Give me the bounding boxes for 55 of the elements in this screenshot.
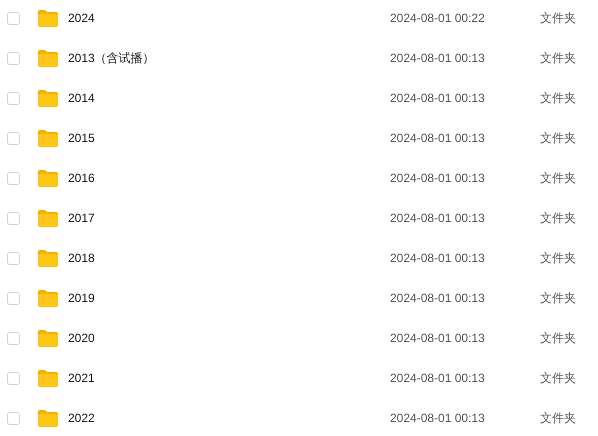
file-type: 文件夹 xyxy=(540,90,576,106)
modified-date: 2024-08-01 00:13 xyxy=(390,211,486,225)
folder-icon xyxy=(37,248,59,268)
folder-icon xyxy=(37,408,59,428)
file-name[interactable]: 2018 xyxy=(68,251,388,265)
folder-icon xyxy=(37,128,59,148)
modified-date: 2024-08-01 00:13 xyxy=(390,371,486,385)
modified-date: 2024-08-01 00:13 xyxy=(390,251,486,265)
checkbox[interactable] xyxy=(7,212,20,224)
file-name[interactable]: 2013（含试播） xyxy=(68,50,388,66)
file-name[interactable]: 2022 xyxy=(68,411,388,425)
file-type: 文件夹 xyxy=(540,10,576,26)
folder-icon xyxy=(37,8,59,28)
folder-icon xyxy=(37,48,59,68)
modified-date: 2024-08-01 00:13 xyxy=(390,171,486,185)
file-name[interactable]: 2015 xyxy=(68,131,388,145)
file-name[interactable]: 2016 xyxy=(68,171,388,185)
file-type: 文件夹 xyxy=(540,370,576,386)
modified-date: 2024-08-01 00:13 xyxy=(390,91,486,105)
file-name[interactable]: 2021 xyxy=(68,371,388,385)
file-name[interactable]: 2017 xyxy=(68,211,388,225)
file-type: 文件夹 xyxy=(540,250,576,266)
checkbox[interactable] xyxy=(7,52,20,64)
checkbox[interactable] xyxy=(7,252,20,264)
modified-date: 2024-08-01 00:22 xyxy=(390,11,486,25)
checkbox[interactable] xyxy=(7,292,20,304)
modified-date: 2024-08-01 00:13 xyxy=(390,291,486,305)
file-name[interactable]: 2019 xyxy=(68,291,388,305)
checkbox[interactable] xyxy=(7,412,20,424)
file-type: 文件夹 xyxy=(540,210,576,226)
file-name[interactable]: 2014 xyxy=(68,91,388,105)
folder-icon xyxy=(37,328,59,348)
modified-date: 2024-08-01 00:13 xyxy=(390,411,486,425)
file-type: 文件夹 xyxy=(540,290,576,306)
folder-icon xyxy=(37,288,59,308)
file-type: 文件夹 xyxy=(540,410,576,426)
checkbox[interactable] xyxy=(7,12,20,24)
folder-icon xyxy=(37,88,59,108)
checkbox[interactable] xyxy=(7,132,20,144)
folder-icon xyxy=(37,368,59,388)
file-type: 文件夹 xyxy=(540,330,576,346)
modified-date: 2024-08-01 00:13 xyxy=(390,51,486,65)
file-type: 文件夹 xyxy=(540,170,576,186)
file-type: 文件夹 xyxy=(540,50,576,66)
file-name[interactable]: 2024 xyxy=(68,11,388,25)
checkbox[interactable] xyxy=(7,372,20,384)
checkbox[interactable] xyxy=(7,92,20,104)
modified-date: 2024-08-01 00:13 xyxy=(390,131,486,145)
checkbox[interactable] xyxy=(7,172,20,184)
file-name[interactable]: 2020 xyxy=(68,331,388,345)
folder-icon xyxy=(37,208,59,228)
modified-date: 2024-08-01 00:13 xyxy=(390,331,486,345)
checkbox[interactable] xyxy=(7,332,20,344)
file-type: 文件夹 xyxy=(540,130,576,146)
folder-icon xyxy=(37,168,59,188)
